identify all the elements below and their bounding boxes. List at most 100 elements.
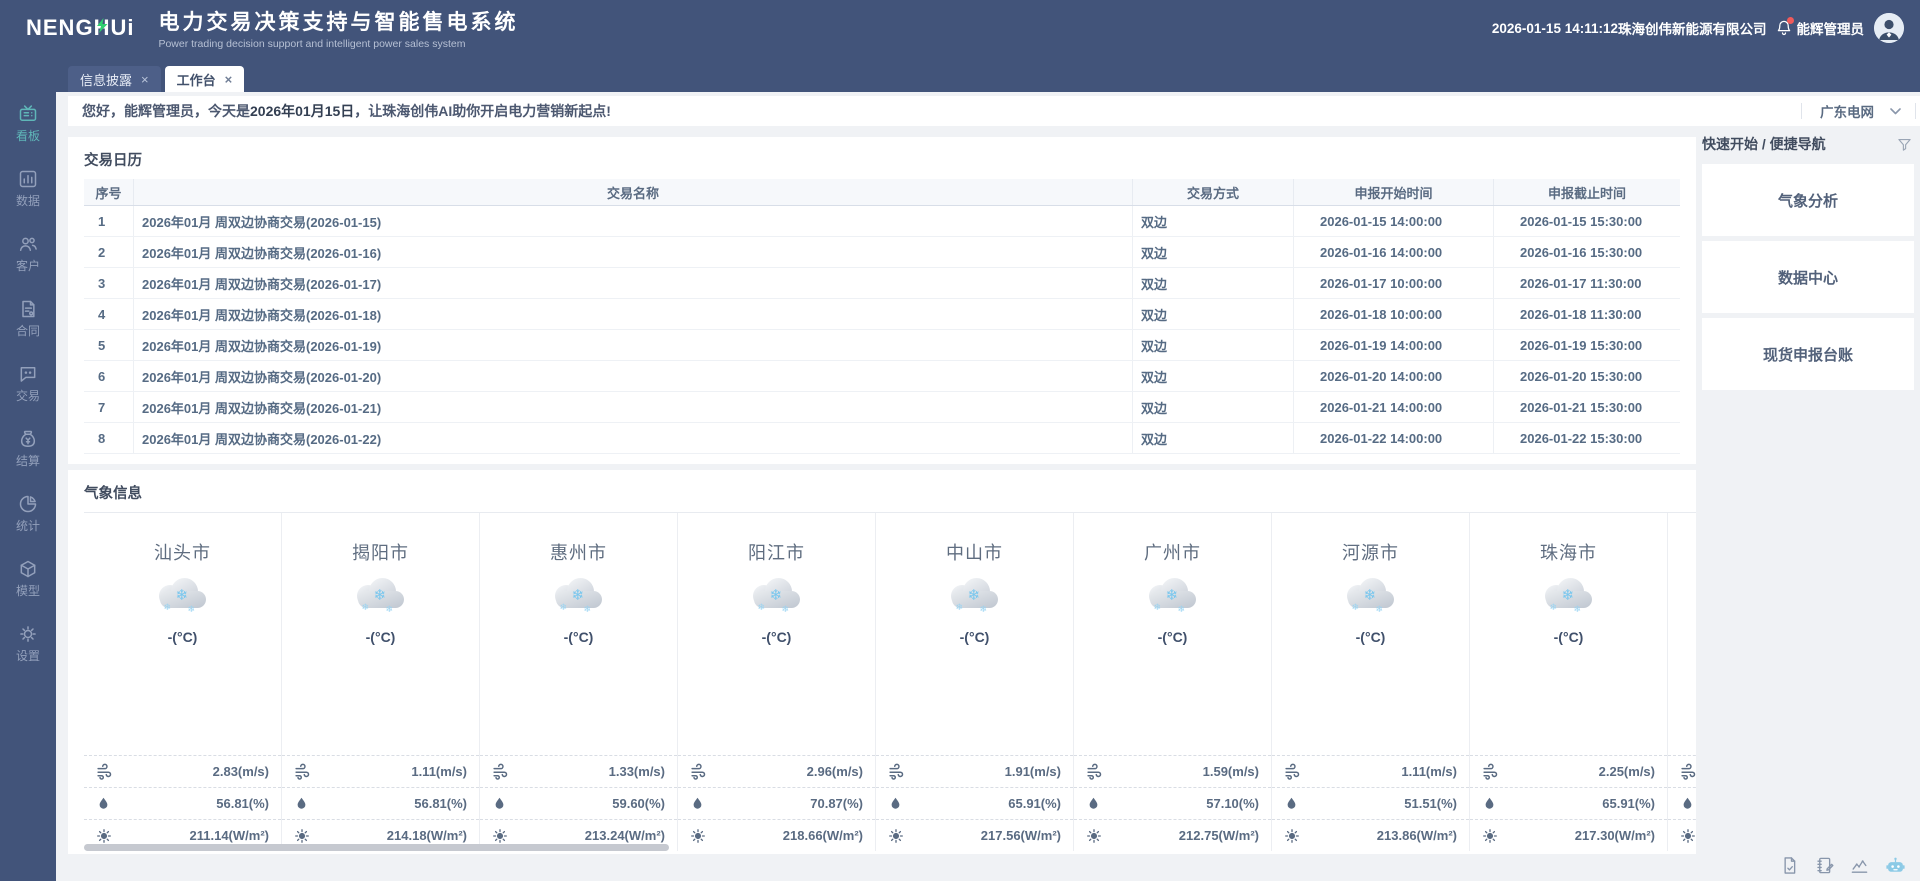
table-row[interactable]: 7 2026年01月 周双边协商交易(2026-01-21) 双边 2026-0… (84, 392, 1680, 423)
humidity-icon (492, 796, 507, 811)
sidebar-item-data[interactable]: 数据 (0, 169, 56, 209)
sidebar-item-settlement[interactable]: 结算 (0, 429, 56, 469)
sidebar-item-dashboard[interactable]: 看板 (0, 104, 56, 144)
close-icon[interactable]: × (225, 72, 233, 87)
table-row[interactable]: 4 2026年01月 周双边协商交易(2026-01-18) 双边 2026-0… (84, 299, 1680, 330)
logo-left: NENG (26, 15, 94, 41)
table-row[interactable]: 6 2026年01月 周双边协商交易(2026-01-20) 双边 2026-0… (84, 361, 1680, 392)
radiation-sun-icon (96, 828, 112, 844)
greeting-bar: 您好，能辉管理员，今天是 2026年01月15日 ，让珠海创伟AI助你开启电力营… (68, 96, 1920, 126)
table-row[interactable]: 1 2026年01月 周双边协商交易(2026-01-15) 双边 2026-0… (84, 206, 1680, 237)
trend-chart-icon[interactable] (1850, 856, 1869, 875)
wind-speed-row (1668, 755, 1696, 787)
humidity-icon (888, 796, 903, 811)
header-company: 珠海创伟新能源有限公司 (1618, 18, 1767, 38)
snow-cloud-icon: ❄❄❄ (1543, 576, 1595, 616)
weather-city-card: 阳江市 ❄❄❄ -(°C) 2.96(m/s) 70.87(%) 218.66(… (678, 513, 876, 851)
tab-workbench[interactable]: 工作台 × (165, 66, 245, 92)
sidebar-item-customers[interactable]: 客户 (0, 234, 56, 274)
customers-icon (18, 234, 38, 254)
radiation-sun-icon (492, 828, 508, 844)
greeting-prefix: 您好，能辉管理员，今天是 (82, 101, 250, 121)
sidebar-item-trading[interactable]: 交易 (0, 364, 56, 404)
snow-cloud-icon: ❄❄❄ (157, 576, 209, 616)
table-row[interactable]: 5 2026年01月 周双边协商交易(2026-01-19) 双边 2026-0… (84, 330, 1680, 361)
trade-calendar-panel: 交易日历 序号 交易名称 交易方式 申报开始时间 申报截止时间 1 2026年0… (68, 137, 1696, 464)
trade-calendar-table: 序号 交易名称 交易方式 申报开始时间 申报截止时间 1 2026年01月 周双… (84, 179, 1680, 454)
greeting-date: 2026年01月15日 (250, 101, 354, 121)
sidebar-item-contracts[interactable]: 合同 (0, 299, 56, 339)
notebook-pencil-icon[interactable] (1815, 856, 1834, 875)
radiation-sun-icon (1482, 828, 1498, 844)
notification-bell-icon[interactable] (1775, 19, 1793, 37)
weather-panel-title: 气象信息 (68, 470, 1696, 512)
wind-icon (888, 763, 905, 780)
power-trading-workbench: { "header": { "logo_left": "NENG", "logo… (0, 0, 1920, 881)
sidebar-item-statistics[interactable]: 统计 (0, 494, 56, 534)
weather-city-card-partial: ❄❄❄ (1668, 513, 1696, 851)
quick-nav-item-weather-analysis[interactable]: 气象分析 (1702, 164, 1914, 236)
grid-region-select[interactable]: 广东电网 (1801, 103, 1916, 119)
wind-icon (1482, 763, 1499, 780)
sidebar-item-models[interactable]: 模型 (0, 559, 56, 599)
tab-bar: 信息披露 × 工作台 × (56, 56, 1920, 92)
document-check-icon[interactable] (1780, 856, 1799, 875)
humidity-row: 51.51(%) (1272, 787, 1469, 819)
table-row[interactable]: 2 2026年01月 周双边协商交易(2026-01-16) 双边 2026-0… (84, 237, 1680, 268)
wind-icon (690, 763, 707, 780)
user-avatar[interactable] (1874, 13, 1904, 43)
table-row[interactable]: 3 2026年01月 周双边协商交易(2026-01-17) 双边 2026-0… (84, 268, 1680, 299)
filter-funnel-icon[interactable] (1897, 137, 1912, 152)
tab-label: 工作台 (177, 70, 216, 89)
quick-nav-item-data-center[interactable]: 数据中心 (1702, 241, 1914, 313)
gear-icon (18, 624, 38, 644)
sidebar-label: 模型 (16, 582, 40, 599)
weather-city-card: 中山市 ❄❄❄ -(°C) 1.91(m/s) 65.91(%) 217.56(… (876, 513, 1074, 851)
humidity-row (1668, 787, 1696, 819)
table-row[interactable]: 8 2026年01月 周双边协商交易(2026-01-22) 双边 2026-0… (84, 423, 1680, 454)
humidity-icon (1482, 796, 1497, 811)
ai-robot-icon[interactable] (1885, 855, 1906, 876)
weather-city-card: 揭阳市 ❄❄❄ -(°C) 1.11(m/s) 56.81(%) 214.18(… (282, 513, 480, 851)
wind-icon (294, 763, 311, 780)
close-icon[interactable]: × (141, 72, 149, 87)
logo-right: Ui (110, 15, 134, 41)
wind-icon (492, 763, 509, 780)
humidity-row: 56.81(%) (282, 787, 479, 819)
sidebar-label: 数据 (16, 192, 40, 209)
dashboard-icon (18, 104, 38, 124)
tab-info-disclosure[interactable]: 信息披露 × (68, 66, 161, 92)
grid-region-value: 广东电网 (1820, 101, 1874, 121)
chevron-down-icon (1890, 108, 1901, 115)
city-name: 河源市 (1342, 539, 1399, 561)
weather-city-card: 河源市 ❄❄❄ -(°C) 1.11(m/s) 51.51(%) 213.86(… (1272, 513, 1470, 851)
radiation-row: 218.66(W/m²) (678, 819, 875, 851)
radiation-sun-icon (1680, 828, 1696, 844)
cube-icon (18, 559, 38, 579)
snow-cloud-icon: ❄❄❄ (751, 576, 803, 616)
floating-tool-icons (1780, 855, 1906, 876)
wind-icon (1680, 763, 1696, 780)
sidebar-label: 设置 (16, 647, 40, 664)
humidity-row: 57.10(%) (1074, 787, 1271, 819)
wind-speed-row: 2.96(m/s) (678, 755, 875, 787)
sidebar-item-settings[interactable]: 设置 (0, 624, 56, 664)
wind-speed-row: 1.11(m/s) (282, 755, 479, 787)
greeting-suffix: ，让珠海创伟AI助你开启电力营销新起点! (354, 101, 611, 121)
radiation-sun-icon (1086, 828, 1102, 844)
sidebar-label: 交易 (16, 387, 40, 404)
col-header-end: 申报截止时间 (1494, 179, 1680, 205)
city-name: 惠州市 (550, 539, 607, 561)
city-temperature: -(°C) (366, 629, 396, 646)
quick-nav-panel: 快速开始 / 便捷导航 气象分析 数据中心 现货申报台账 (1702, 134, 1914, 395)
quick-nav-item-spot-declaration-ledger[interactable]: 现货申报台账 (1702, 318, 1914, 390)
horizontal-scrollbar-thumb[interactable] (84, 844, 669, 851)
radiation-sun-icon (1284, 828, 1300, 844)
data-chart-icon (18, 169, 38, 189)
radiation-sun-icon (294, 828, 310, 844)
chat-bubble-icon (18, 364, 38, 384)
humidity-icon (294, 796, 309, 811)
snow-cloud-icon: ❄❄❄ (949, 576, 1001, 616)
humidity-row: 65.91(%) (1470, 787, 1667, 819)
snow-cloud-icon: ❄❄❄ (1345, 576, 1397, 616)
